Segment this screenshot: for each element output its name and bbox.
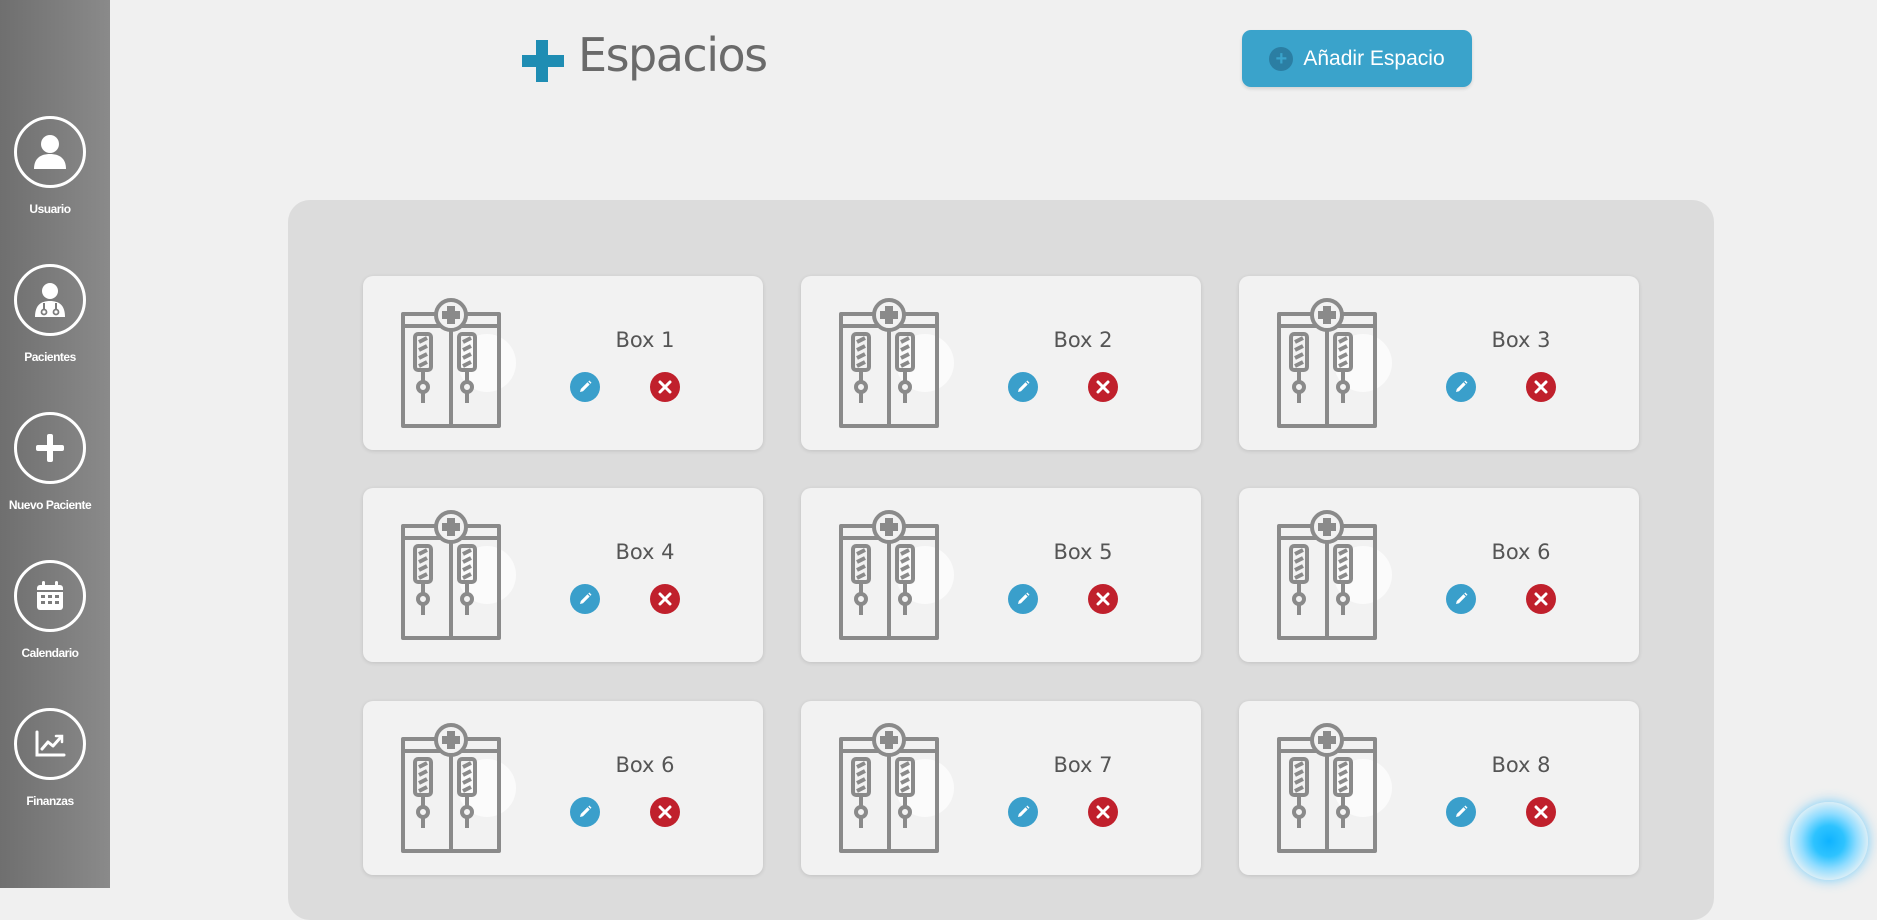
- pencil-icon: [1456, 592, 1468, 604]
- space-card: Box 8: [1239, 701, 1639, 875]
- pencil-icon: [1456, 380, 1468, 392]
- sidebar-item-calendario[interactable]: Calendario: [0, 560, 100, 660]
- pencil-icon: [580, 805, 592, 817]
- add-space-label: Añadir Espacio: [1303, 46, 1445, 70]
- close-icon: [1096, 805, 1110, 819]
- assistant-orb-button[interactable]: [1790, 802, 1868, 880]
- space-name: Box 2: [1053, 328, 1113, 352]
- edit-button[interactable]: [1446, 797, 1476, 827]
- space-card: Box 6: [363, 701, 763, 875]
- delete-button[interactable]: [1088, 372, 1118, 402]
- delete-button[interactable]: [1088, 584, 1118, 614]
- edit-button[interactable]: [1446, 584, 1476, 614]
- space-card: Box 1: [363, 276, 763, 450]
- space-name: Box 8: [1491, 753, 1551, 777]
- space-name: Box 5: [1053, 540, 1113, 564]
- close-icon: [1534, 380, 1548, 394]
- hospital-door-icon: [839, 510, 939, 640]
- spaces-panel: Box 1 Box 2 Box 3 Box 4 Box 5 Box 6 Box …: [288, 200, 1714, 920]
- space-name: Box 1: [615, 328, 675, 352]
- sidebar-item-label: Calendario: [21, 646, 79, 660]
- space-card: Box 2: [801, 276, 1201, 450]
- delete-button[interactable]: [1088, 797, 1118, 827]
- space-card: Box 6: [1239, 488, 1639, 662]
- pencil-icon: [1456, 805, 1468, 817]
- plus-icon: [522, 40, 564, 82]
- space-card: Box 3: [1239, 276, 1639, 450]
- sidebar-item-pacientes[interactable]: Pacientes: [0, 264, 100, 364]
- space-name: Box 3: [1491, 328, 1551, 352]
- edit-button[interactable]: [570, 372, 600, 402]
- space-card: Box 4: [363, 488, 763, 662]
- close-icon: [1096, 380, 1110, 394]
- plus-icon: [14, 412, 86, 484]
- pencil-icon: [1018, 592, 1030, 604]
- hospital-door-icon: [1277, 723, 1377, 853]
- doctor-icon: [14, 264, 86, 336]
- plus-circle-icon: +: [1269, 46, 1294, 71]
- sidebar-item-label: Usuario: [29, 202, 71, 216]
- close-icon: [1534, 592, 1548, 606]
- chart-icon: [14, 708, 86, 780]
- hospital-door-icon: [401, 298, 501, 428]
- delete-button[interactable]: [650, 372, 680, 402]
- close-icon: [1534, 805, 1548, 819]
- sidebar-item-finanzas[interactable]: Finanzas: [0, 708, 100, 808]
- hospital-door-icon: [839, 723, 939, 853]
- delete-button[interactable]: [1526, 797, 1556, 827]
- sidebar-item-label: Pacientes: [24, 350, 76, 364]
- hospital-door-icon: [401, 723, 501, 853]
- sidebar-item-label: Finanzas: [26, 794, 74, 808]
- pencil-icon: [1018, 380, 1030, 392]
- space-name: Box 6: [1491, 540, 1551, 564]
- space-name: Box 6: [615, 753, 675, 777]
- sidebar-item-usuario[interactable]: Usuario: [0, 116, 100, 216]
- delete-button[interactable]: [1526, 584, 1556, 614]
- hospital-door-icon: [1277, 298, 1377, 428]
- delete-button[interactable]: [1526, 372, 1556, 402]
- user-icon: [14, 116, 86, 188]
- space-card: Box 7: [801, 701, 1201, 875]
- close-icon: [658, 805, 672, 819]
- hospital-door-icon: [401, 510, 501, 640]
- edit-button[interactable]: [570, 584, 600, 614]
- pencil-icon: [580, 380, 592, 392]
- hospital-door-icon: [839, 298, 939, 428]
- close-icon: [658, 592, 672, 606]
- close-icon: [658, 380, 672, 394]
- sidebar: Usuario Pacientes Nuevo Paciente Calenda…: [0, 0, 110, 888]
- sidebar-item-label: Nuevo Paciente: [8, 498, 92, 512]
- edit-button[interactable]: [1008, 797, 1038, 827]
- delete-button[interactable]: [650, 584, 680, 614]
- edit-button[interactable]: [1008, 584, 1038, 614]
- sidebar-item-nuevo-paciente[interactable]: Nuevo Paciente: [0, 412, 100, 512]
- space-name: Box 7: [1053, 753, 1113, 777]
- add-space-button[interactable]: + Añadir Espacio: [1242, 30, 1472, 87]
- delete-button[interactable]: [650, 797, 680, 827]
- pencil-icon: [1018, 805, 1030, 817]
- hospital-door-icon: [1277, 510, 1377, 640]
- edit-button[interactable]: [1446, 372, 1476, 402]
- page-header: Espacios: [522, 28, 768, 82]
- edit-button[interactable]: [1008, 372, 1038, 402]
- edit-button[interactable]: [570, 797, 600, 827]
- calendar-icon: [14, 560, 86, 632]
- space-name: Box 4: [615, 540, 675, 564]
- pencil-icon: [580, 592, 592, 604]
- close-icon: [1096, 592, 1110, 606]
- space-card: Box 5: [801, 488, 1201, 662]
- page-title: Espacios: [578, 28, 768, 82]
